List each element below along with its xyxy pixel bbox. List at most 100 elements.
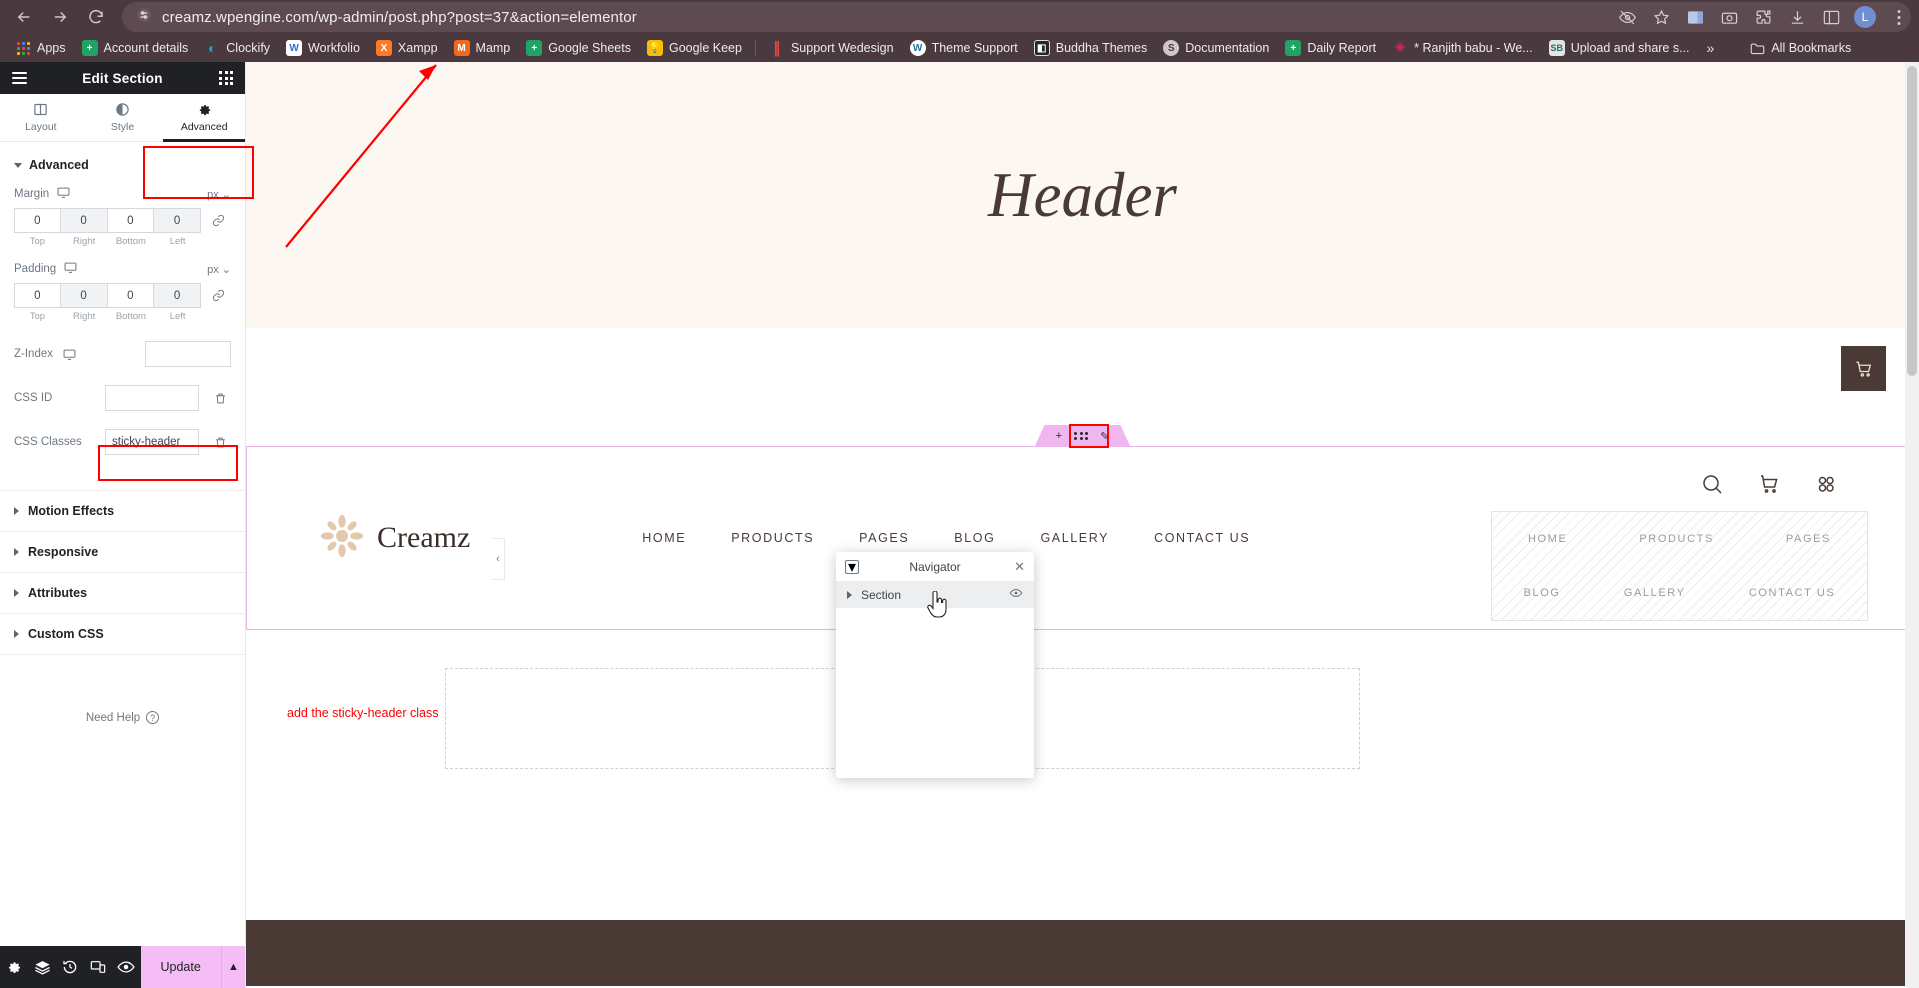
padding-left-input[interactable]: [154, 283, 201, 308]
mouse-cursor-pointer: [927, 591, 947, 618]
trash-icon[interactable]: [209, 387, 231, 409]
margin-left-caption: Left: [169, 236, 186, 247]
panel-body: Advanced Margin px ⌄ Top Right Bottom Le…: [0, 142, 245, 946]
panel-collapse-button[interactable]: ‹: [492, 538, 505, 580]
margin-left-input[interactable]: [154, 208, 201, 233]
eye-icon[interactable]: [1009, 586, 1023, 603]
margin-inputs: Top Right Bottom Left: [14, 208, 231, 247]
update-button[interactable]: Update: [140, 946, 221, 988]
history-icon[interactable]: [56, 946, 84, 988]
sheets-icon: +: [526, 40, 543, 56]
ghost-menu-row-1: HOME PRODUCTS PAGES: [1492, 512, 1867, 566]
bookmark-google-sheets[interactable]: + Google Sheets: [519, 37, 638, 59]
bookmark-support-wedesign[interactable]: ∥ Support Wedesign: [762, 37, 901, 59]
widgets-grid-icon[interactable]: [219, 71, 233, 85]
zindex-input[interactable]: [145, 341, 231, 367]
floating-cart-button[interactable]: [1841, 346, 1886, 391]
accordion-custom-css[interactable]: Custom CSS: [0, 614, 245, 655]
link-icon[interactable]: [205, 283, 231, 308]
all-bookmarks-button[interactable]: All Bookmarks: [1742, 37, 1858, 59]
avatar[interactable]: L: [1851, 3, 1879, 31]
margin-top-caption: Top: [29, 236, 46, 247]
need-help-link[interactable]: Need Help ?: [0, 655, 245, 724]
settings-gear-icon[interactable]: [0, 946, 28, 988]
bookmark-label: Google Sheets: [548, 41, 631, 55]
bookmark-workfolio[interactable]: W Workfolio: [279, 37, 367, 59]
downloads-icon[interactable]: [1783, 3, 1811, 31]
bookmark-daily-report[interactable]: + Daily Report: [1278, 37, 1383, 59]
menu-item-gallery[interactable]: GALLERY: [1040, 531, 1109, 545]
cart-icon[interactable]: [1757, 472, 1781, 501]
link-icon[interactable]: [205, 208, 231, 233]
preview-vertical-scrollbar[interactable]: [1905, 62, 1919, 988]
bookmark-documentation[interactable]: S Documentation: [1156, 37, 1276, 59]
bookmark-theme-support[interactable]: W Theme Support: [903, 37, 1025, 59]
css-id-input[interactable]: [105, 385, 199, 411]
split-view-icon[interactable]: [1817, 3, 1845, 31]
caret-right-icon[interactable]: [847, 590, 852, 599]
extensions-blocked-icon[interactable]: [1613, 3, 1641, 31]
preview-eye-icon[interactable]: [112, 946, 140, 988]
plus-icon[interactable]: +: [1056, 430, 1062, 442]
question-circle-icon: ?: [146, 711, 160, 724]
bookmark-apps[interactable]: Apps: [8, 37, 73, 59]
bookmark-buddha-themes[interactable]: ◧ Buddha Themes: [1027, 37, 1155, 59]
tab-layout[interactable]: Layout: [0, 94, 82, 141]
close-icon[interactable]: ✕: [1014, 559, 1025, 575]
advanced-section-title[interactable]: Advanced: [0, 142, 245, 182]
browser-menu-icon[interactable]: [1885, 3, 1913, 31]
bookmark-account-details[interactable]: + Account details: [75, 37, 196, 59]
menu-item-home[interactable]: HOME: [642, 531, 686, 545]
reload-icon[interactable]: [80, 1, 112, 33]
trash-icon[interactable]: [209, 431, 231, 453]
css-classes-input[interactable]: [105, 429, 199, 455]
star-icon[interactable]: [1647, 3, 1675, 31]
chevron-double-right-icon[interactable]: »: [1699, 40, 1723, 56]
accordion-responsive[interactable]: Responsive: [0, 532, 245, 573]
chevron-up-icon[interactable]: ▲: [220, 946, 245, 988]
responsive-mode-icon[interactable]: [84, 946, 112, 988]
padding-top-input[interactable]: [14, 283, 61, 308]
four-dots-icon[interactable]: [1814, 472, 1838, 501]
padding-bottom-input[interactable]: [107, 283, 155, 308]
tab-style[interactable]: Style: [82, 94, 164, 141]
back-arrow-icon[interactable]: [8, 1, 40, 33]
bookmark-mamp[interactable]: M Mamp: [447, 37, 518, 59]
desktop-icon[interactable]: [64, 261, 77, 277]
extensions-icon[interactable]: [1749, 3, 1777, 31]
accordion-attributes[interactable]: Attributes: [0, 573, 245, 614]
bookmark-google-keep[interactable]: 💡 Google Keep: [640, 37, 749, 59]
wordpress-icon: W: [909, 40, 926, 56]
bookmark-xampp[interactable]: X Xampp: [369, 37, 445, 59]
padding-unit[interactable]: px ⌄: [207, 263, 231, 276]
dock-icon[interactable]: ▾: [845, 559, 859, 576]
sidepanel-icon[interactable]: [1681, 3, 1709, 31]
margin-top-input[interactable]: [14, 208, 61, 233]
menu-item-contact-us[interactable]: CONTACT US: [1154, 531, 1250, 545]
site-brand[interactable]: Creamz: [320, 514, 470, 563]
screenshot-icon[interactable]: [1715, 3, 1743, 31]
bookmark-upload-and-share[interactable]: SB Upload and share s...: [1542, 37, 1697, 59]
hamburger-menu-icon[interactable]: [12, 72, 27, 84]
margin-right-input[interactable]: [60, 208, 108, 233]
desktop-icon[interactable]: [57, 186, 70, 202]
all-bookmarks-label: All Bookmarks: [1771, 41, 1852, 55]
menu-item-pages[interactable]: PAGES: [859, 531, 909, 545]
preview-scroll-thumb[interactable]: [1907, 66, 1917, 376]
margin-bottom-input[interactable]: [107, 208, 155, 233]
caret-right-icon: [14, 630, 19, 638]
bookmark-clockify[interactable]: ◐ Clockify: [197, 37, 277, 59]
site-settings-icon[interactable]: [136, 7, 152, 28]
search-icon[interactable]: [1700, 472, 1724, 501]
bookmark-label: Clockify: [226, 41, 271, 55]
bookmark-ranjith-babu[interactable]: ✳ * Ranjith babu - We...: [1385, 37, 1540, 59]
forward-arrow-icon[interactable]: [44, 1, 76, 33]
margin-unit[interactable]: px ⌄: [207, 188, 231, 201]
desktop-icon[interactable]: [63, 348, 76, 361]
navigator-layers-icon[interactable]: [28, 946, 56, 988]
accordion-motion-effects[interactable]: Motion Effects: [0, 491, 245, 532]
padding-right-input[interactable]: [60, 283, 108, 308]
tab-advanced[interactable]: Advanced: [163, 94, 245, 142]
menu-item-blog[interactable]: BLOG: [954, 531, 995, 545]
menu-item-products[interactable]: PRODUCTS: [731, 531, 814, 545]
